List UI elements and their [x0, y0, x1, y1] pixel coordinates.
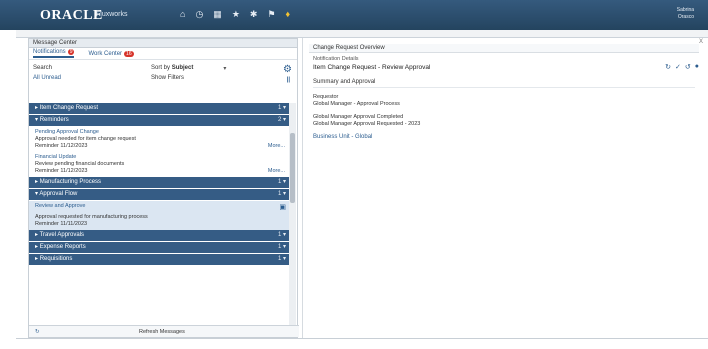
action-icon[interactable]: ▣ [279, 204, 286, 211]
sub-bar [16, 30, 708, 38]
more-link[interactable]: More... [268, 168, 285, 175]
gear-icon[interactable]: ⚙ [283, 64, 292, 75]
recent-icon[interactable]: ◷ [195, 8, 203, 20]
group-expense[interactable]: ▸ Expense Reports 1 ▾ [29, 242, 291, 253]
pause-icon[interactable]: || [287, 77, 290, 83]
close-icon[interactable]: X [699, 39, 703, 45]
more-icon[interactable]: ● [695, 63, 699, 71]
detail-line: Global Manager Approval Completed [313, 114, 404, 120]
business-unit-link[interactable]: Business Unit - Global [309, 134, 699, 140]
detail-heading: Item Change Request - Review Approval ↻ … [313, 63, 699, 71]
scrollbar-thumb[interactable] [290, 133, 295, 203]
oracle-logo: ORACLE [40, 8, 103, 23]
group-item-change[interactable]: ▸ Item Change Request 1 ▾ [29, 103, 291, 114]
panel-footer: ↻ Refresh Messages [29, 325, 299, 337]
navigator-icon[interactable]: ⌂ [180, 8, 185, 20]
user-menu[interactable]: Sabrina Orasco [677, 7, 694, 21]
filter-area: Search Sort by Subject ▾ All Unread Show… [29, 60, 297, 90]
flag-icon[interactable]: ⚑ [267, 8, 275, 20]
detail-panel: Change Request Overview X Notification D… [309, 39, 703, 338]
bottom-border [16, 338, 708, 339]
detail-line: Requestor [313, 94, 339, 100]
group-requisitions[interactable]: ▸ Requisitions 1 ▾ [29, 254, 291, 265]
show-filters-link[interactable]: Show Filters [151, 75, 184, 81]
all-unread-toggle[interactable]: All Unread [33, 75, 151, 81]
group-reminders[interactable]: ▾ Reminders 2 ▾ [29, 115, 291, 126]
detail-line: Global Manager - Approval Process [313, 101, 400, 107]
footer-text[interactable]: Refresh Messages [139, 326, 185, 338]
detail-section-title: Summary and Approval [313, 79, 695, 88]
notification-bell-icon[interactable]: ♦ [286, 8, 291, 20]
group-travel[interactable]: ▸ Travel Approvals 1 ▾ [29, 230, 291, 241]
refresh-icon[interactable]: ↻ [665, 63, 671, 71]
list-item[interactable]: Financial Update Review pending financia… [29, 152, 291, 177]
detail-subtitle: Notification Details [313, 56, 359, 62]
list-scrollbar[interactable] [289, 103, 296, 325]
panel-title: Message Center [29, 39, 297, 48]
message-center-panel: Message Center Notifications 9 Work Cent… [28, 38, 299, 338]
detail-actions: ↻ ✓ ↺ ● [665, 63, 699, 71]
more-link[interactable]: More... [268, 143, 285, 150]
tab-notifications[interactable]: Notifications 9 [33, 49, 75, 58]
group-approval-flow[interactable]: ▾ Approval Flow 1 ▾ [29, 189, 291, 200]
tab-work-center[interactable]: Work Center 16 [88, 50, 134, 57]
search-label[interactable]: Search [33, 65, 151, 71]
calendar-icon[interactable]: ▦ [213, 8, 222, 20]
message-list: ▸ Item Change Request 1 ▾ ▾ Reminders 2 ▾ … [29, 103, 291, 325]
top-bar: ORACLE Fluxworks ⌂ ◷ ▦ ★ ✱ ⚑ ♦ Sabrina O… [0, 0, 708, 30]
approve-icon[interactable]: ✓ [675, 63, 681, 71]
detail-title: Change Request Overview [309, 44, 699, 53]
chevron-down-icon[interactable]: ▾ [223, 65, 226, 72]
list-item[interactable]: Review and Approve Approval requested fo… [29, 201, 291, 230]
divider [302, 38, 303, 338]
top-toolbar: ⌂ ◷ ▦ ★ ✱ ⚑ ♦ [180, 8, 290, 20]
reassign-icon[interactable]: ↺ [685, 63, 691, 71]
panel-tabs: Notifications 9 Work Center 16 [29, 48, 297, 60]
list-item[interactable]: Pending Approval Change Approval needed … [29, 127, 291, 152]
group-manufacturing[interactable]: ▸ Manufacturing Process 1 ▾ [29, 177, 291, 188]
refresh-icon[interactable]: ↻ [35, 326, 40, 338]
favorites-icon[interactable]: ★ [232, 8, 240, 20]
sort-by[interactable]: Sort by Subject [151, 65, 193, 71]
count-badge: 16 [124, 50, 134, 57]
count-badge: 9 [67, 49, 75, 55]
detail-line: Global Manager Approval Requested - 2023 [313, 121, 421, 127]
app-title: Fluxworks [96, 11, 128, 18]
settings-icon[interactable]: ✱ [250, 8, 258, 20]
